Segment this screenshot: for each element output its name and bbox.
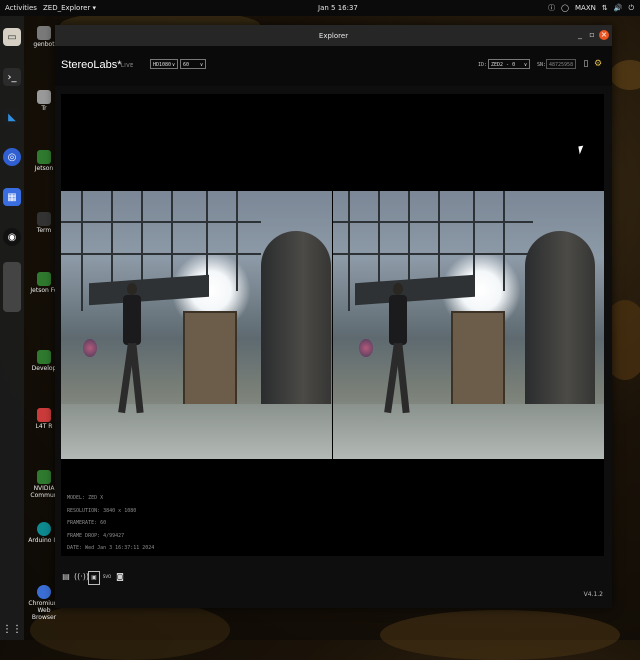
- obs-icon[interactable]: ◉: [3, 228, 21, 246]
- folder-icon[interactable]: ▤: [61, 571, 71, 583]
- serial-number-field: 48725958: [546, 59, 576, 69]
- nvidia-icon: [37, 150, 51, 164]
- camera-info-panel: MODEL: ZED X RESOLUTION: 3840 x 1080 FRA…: [67, 492, 154, 555]
- wallpaper-leaf: [30, 600, 230, 660]
- left-camera-feed: [61, 191, 332, 459]
- tray-circle-icon[interactable]: ◯: [561, 4, 569, 12]
- info-frame-drop: FRAME DROP: 4/99427: [67, 532, 125, 539]
- depth-icon[interactable]: ▣: [88, 571, 100, 585]
- right-camera-feed: [333, 191, 604, 459]
- tray-status-icon[interactable]: ⓘ: [548, 3, 555, 13]
- arduino-icon: [37, 522, 51, 536]
- camera-id-label: ID:: [478, 62, 488, 68]
- activities-button[interactable]: Activities: [5, 4, 37, 12]
- nvidia-icon: [37, 470, 51, 484]
- svo-button[interactable]: SVO: [101, 571, 113, 583]
- stereolabs-logo: StereoLabs*: [61, 59, 122, 71]
- app-menu[interactable]: ZED_Explorer ▾: [43, 4, 96, 12]
- nvidia-icon: [37, 272, 51, 286]
- chevron-down-icon: ∨: [171, 62, 175, 68]
- live-indicator: LIVE: [121, 63, 134, 69]
- terminal-icon: [37, 212, 51, 226]
- resolution-value: HD1080: [153, 62, 172, 68]
- chevron-down-icon: ∨: [523, 62, 527, 68]
- title-bar[interactable]: Explorer _ ▫ ×: [55, 25, 612, 46]
- power-mode-indicator[interactable]: MAXN: [575, 4, 596, 12]
- show-apps-icon[interactable]: ⋮⋮: [2, 620, 22, 638]
- trash-icon: [37, 90, 51, 104]
- info-framerate: FRAMERATE: 60: [67, 520, 107, 527]
- info-resolution: RESOLUTION: 3840 x 1080: [67, 507, 137, 514]
- info-date: DATE: Wed Jan 3 16:37:11 2024: [67, 545, 155, 552]
- bottom-toolbar: ▤ ((·)) ▣ SVO ◙ V4.1.2: [55, 562, 612, 608]
- camera-icon[interactable]: ◙: [115, 571, 125, 583]
- clock[interactable]: Jan 5 16:37: [318, 4, 358, 12]
- system-tray[interactable]: ⓘ ◯ MAXN ⇅ 🔊 ⏻: [548, 3, 634, 13]
- info-model: MODEL: ZED X: [67, 495, 104, 501]
- minimize-button[interactable]: _: [575, 30, 585, 40]
- document-icon: [37, 408, 51, 422]
- editor-icon[interactable]: ▦: [3, 188, 21, 206]
- maximize-button[interactable]: ▫: [587, 30, 597, 40]
- serial-number-label: SN:: [537, 62, 547, 68]
- camera-id-select[interactable]: ZED2 - 0 ∨: [488, 59, 530, 69]
- fps-select[interactable]: 60 ∨: [180, 59, 206, 69]
- network-icon[interactable]: ⇅: [602, 4, 608, 12]
- volume-icon[interactable]: 🔊: [614, 4, 623, 12]
- chevron-down-icon: ∨: [199, 62, 203, 68]
- chromium-icon: [37, 585, 51, 599]
- home-folder-icon: [37, 26, 51, 40]
- chromium-icon[interactable]: ◎: [3, 148, 21, 166]
- wallpaper-leaf: [380, 610, 620, 660]
- version-label: V4.1.2: [583, 591, 603, 598]
- stream-icon[interactable]: ((·)): [74, 571, 89, 583]
- resolution-select[interactable]: HD1080 ∨: [150, 59, 178, 69]
- settings-gear-icon[interactable]: ⚙: [593, 59, 603, 69]
- camera-id-value: ZED2 - 0: [491, 62, 516, 68]
- close-button[interactable]: ×: [599, 30, 609, 40]
- camera-viewer[interactable]: MODEL: ZED X RESOLUTION: 3840 x 1080 FRA…: [61, 94, 604, 556]
- fps-value: 60: [183, 62, 190, 68]
- vscode-icon[interactable]: ◣: [3, 108, 21, 126]
- files-icon[interactable]: ▭: [3, 28, 21, 46]
- record-icon[interactable]: ▯: [581, 59, 591, 69]
- dock: ▭ ›_ ◣ ◎ ▦ ◉ ⋮⋮: [0, 16, 24, 640]
- window-title: Explorer: [318, 32, 349, 40]
- toolbar: StereoLabs* LIVE HD1080 ∨ 60 ∨ ID: ZED2 - …: [55, 46, 612, 86]
- power-icon[interactable]: ⏻: [628, 4, 634, 13]
- explorer-window: Explorer _ ▫ × StereoLabs* LIVE HD1080 ∨ …: [55, 25, 612, 608]
- nvidia-icon: [37, 350, 51, 364]
- system-top-bar: Activities ZED_Explorer ▾ Jan 5 16:37 ⓘ …: [0, 0, 640, 16]
- terminal-icon[interactable]: ›_: [3, 68, 21, 86]
- zed-explorer-icon[interactable]: [3, 262, 21, 312]
- wallpaper-leaf: [610, 60, 640, 90]
